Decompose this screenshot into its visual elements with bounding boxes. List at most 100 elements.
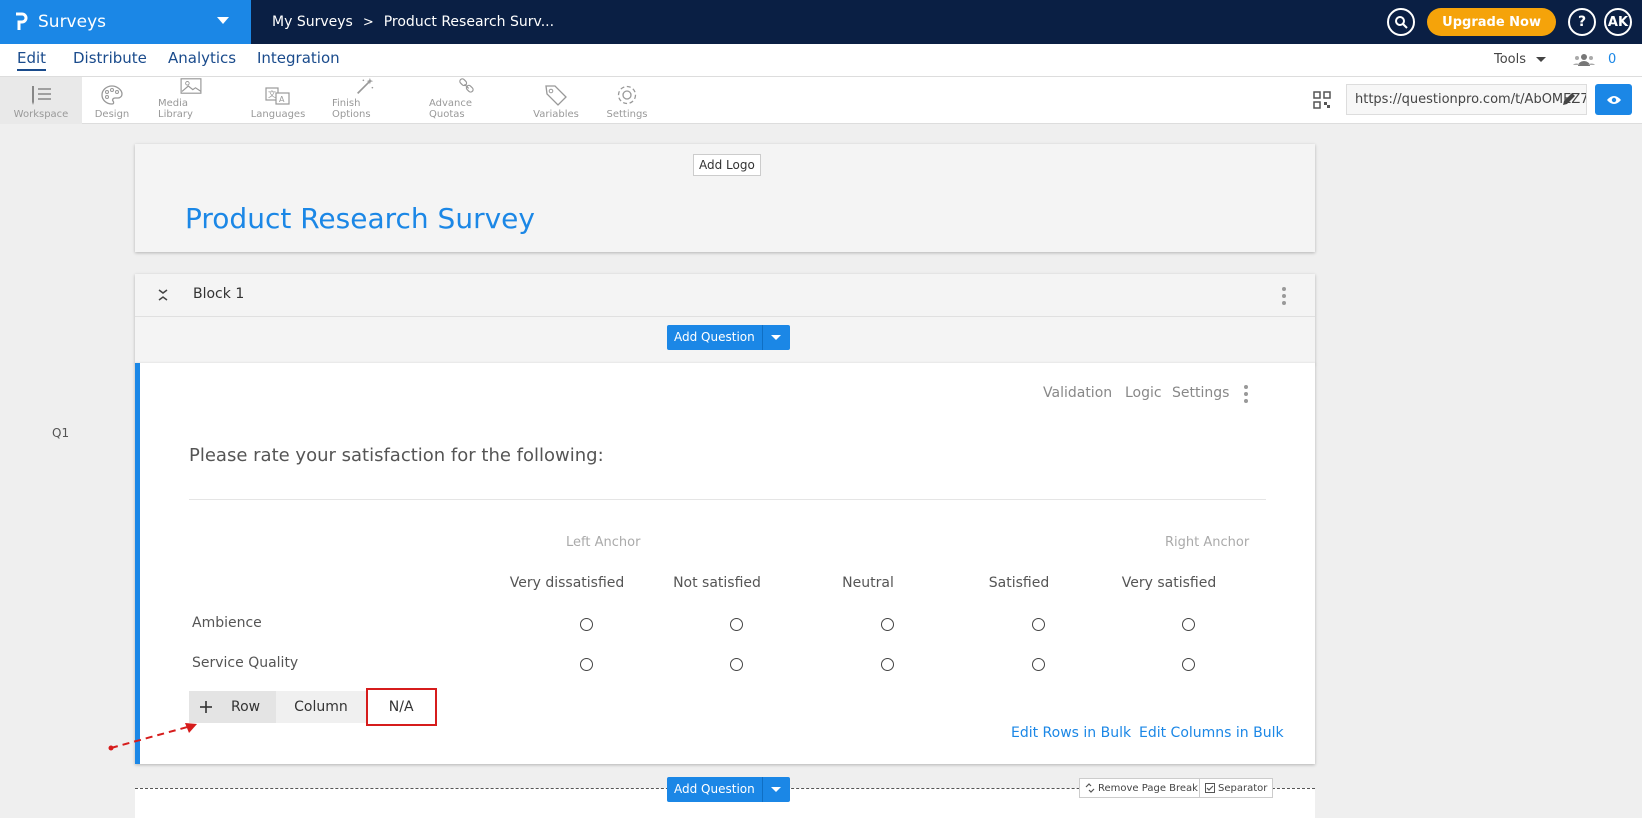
logic-link[interactable]: Logic [1125,385,1162,401]
radio-button[interactable] [580,658,593,671]
tab-edit[interactable]: Edit [17,49,47,71]
toolbar-advance-quotas[interactable]: Advance Quotas [429,77,505,124]
pencil-icon[interactable] [1561,91,1577,107]
editor-toolbar: Workspace Design Media Library 文A Langua… [0,77,1642,124]
survey-url-field[interactable]: https://questionpro.com/t/AbOMEZ7 [1346,84,1587,115]
edit-rows-in-bulk-link[interactable]: Edit Rows in Bulk [1011,725,1131,741]
column-header[interactable]: Very dissatisfied [492,575,642,591]
toolbar-label: Workspace [13,109,69,120]
radio-button[interactable] [881,658,894,671]
edit-columns-in-bulk-link[interactable]: Edit Columns in Bulk [1139,725,1284,741]
breadcrumb-my-surveys[interactable]: My Surveys [272,14,353,30]
toolbar-workspace[interactable]: Workspace [0,77,82,124]
question-text[interactable]: Please rate your satisfaction for the fo… [189,445,604,466]
add-na-button[interactable]: N/A [365,688,437,726]
add-row-button[interactable]: Row [189,691,277,723]
toolbar-label: Settings [606,109,648,120]
toolbar-finish-options[interactable]: Finish Options [332,77,398,124]
palette-icon [101,85,123,105]
row-label[interactable]: Ambience [192,615,262,631]
validation-link[interactable]: Validation [1043,385,1112,401]
toolbar-media-library[interactable]: Media Library [158,77,224,124]
chevron-down-icon[interactable] [763,325,790,350]
add-question-button[interactable]: Add Question [667,777,790,802]
add-question-label[interactable]: Add Question [667,325,763,350]
remove-page-break-button[interactable]: Remove Page Break [1079,778,1204,798]
radio-button[interactable] [1182,618,1195,631]
toolbar-variables[interactable]: Variables [533,77,579,124]
radio-button[interactable] [1182,658,1195,671]
add-logo-button[interactable]: Add Logo [693,154,761,176]
breadcrumb: My Surveys > Product Research Surv... [272,0,554,44]
toolbar-label: Advance Quotas [429,98,473,120]
survey-header-card: Add Logo Product Research Survey [135,144,1315,252]
users-icon [1573,53,1595,66]
checkbox-icon [1205,783,1215,793]
workspace-icon [32,86,51,105]
add-question-label[interactable]: Add Question [667,777,763,802]
toolbar-label: Finish Options [332,98,371,120]
avatar[interactable]: AK [1604,8,1632,36]
separator-label: Separator [1218,782,1268,794]
help-button[interactable]: ? [1568,8,1596,36]
block-header: Block 1 [135,274,1315,317]
block-title[interactable]: Block 1 [193,286,244,302]
remove-page-break-label: Remove Page Break [1098,782,1198,794]
top-right-actions: Upgrade Now ? AK [1387,0,1642,44]
survey-title[interactable]: Product Research Survey [185,202,535,235]
tools-label: Tools [1494,52,1527,67]
settings-link[interactable]: Settings [1172,385,1229,401]
row-label[interactable]: Service Quality [192,655,298,671]
toolbar-label: Media Library [158,98,193,120]
chevron-down-icon[interactable] [763,777,790,802]
main-nav: Edit Distribute Analytics Integration To… [0,44,1642,77]
toolbar-label: Design [94,109,130,120]
radio-button[interactable] [730,618,743,631]
tab-analytics[interactable]: Analytics [168,49,236,67]
collaborators[interactable]: 0 [1572,52,1616,67]
annotation-arrow [108,723,197,751]
languages-icon: 文A [265,87,290,105]
chevron-down-icon[interactable] [217,17,229,24]
radio-button[interactable] [1032,618,1045,631]
chevron-down-icon [1536,57,1547,62]
tab-integration[interactable]: Integration [257,49,340,67]
radio-button[interactable] [1032,658,1045,671]
app-switcher[interactable]: Surveys [0,0,251,44]
left-anchor-label[interactable]: Left Anchor [566,535,640,550]
column-header[interactable]: Neutral [793,575,943,591]
question-number: Q1 [52,426,70,440]
add-question-button[interactable]: Add Question [667,325,790,350]
preview-button[interactable] [1595,84,1632,115]
breadcrumb-current: Product Research Surv... [383,14,555,30]
collaborator-count: 0 [1608,52,1617,67]
gear-icon [617,85,637,105]
column-header[interactable]: Not satisfied [642,575,792,591]
radio-button[interactable] [580,618,593,631]
tools-menu[interactable]: Tools [1494,52,1547,67]
radio-button[interactable] [881,618,894,631]
add-item-bar: Row Column N/A [189,688,437,726]
plus-icon [200,701,212,713]
image-icon [180,78,202,94]
upgrade-now-button[interactable]: Upgrade Now [1427,8,1556,36]
toolbar-languages[interactable]: 文A Languages [251,77,305,124]
eye-icon [1606,95,1621,104]
questionpro-logo-icon [16,12,28,30]
add-column-button[interactable]: Column [276,691,366,723]
right-anchor-label[interactable]: Right Anchor [1165,535,1249,550]
divider [189,499,1266,500]
search-button[interactable] [1387,8,1416,36]
qr-code-icon[interactable] [1313,91,1331,109]
block-more-icon[interactable] [1282,287,1286,308]
separator-button[interactable]: Separator [1199,778,1274,798]
toolbar-settings[interactable]: Settings [606,77,648,124]
question-more-icon[interactable] [1244,385,1248,406]
column-header[interactable]: Very satisfied [1094,575,1244,591]
collapse-icon[interactable] [157,287,169,303]
tab-distribute[interactable]: Distribute [73,49,147,67]
toolbar-design[interactable]: Design [92,77,132,124]
radio-button[interactable] [730,658,743,671]
column-header[interactable]: Satisfied [944,575,1094,591]
svg-text:文: 文 [268,89,276,99]
